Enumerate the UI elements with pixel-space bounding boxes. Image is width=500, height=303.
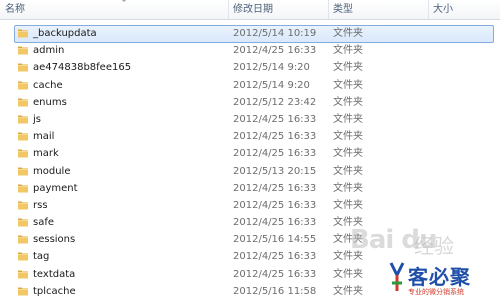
file-modified-date: 2012/5/12 23:42 [233,96,317,108]
file-name: _backupdata [33,28,97,39]
folder-icon [18,149,28,158]
file-modified-date: 2012/5/13 20:15 [233,165,317,177]
file-modified-date: 2012/4/25 16:33 [233,217,317,229]
file-row[interactable]: cache 2012/5/14 9:20 文件夹 [0,77,500,94]
folder-icon [18,235,28,244]
folder-icon [18,218,28,227]
file-name: mark [33,148,59,160]
file-row[interactable]: admin 2012/4/25 16:33 文件夹 [0,42,500,59]
folder-icon [18,46,28,55]
file-type: 文件夹 [333,113,363,125]
folder-icon [18,201,28,210]
file-type: 文件夹 [333,199,363,211]
file-modified-date: 2012/4/25 16:33 [233,148,317,160]
file-name: safe [33,217,55,229]
file-name: enums [33,96,67,108]
file-row[interactable]: mark 2012/4/25 16:33 文件夹 [0,145,500,162]
file-row[interactable]: js 2012/4/25 16:33 文件夹 [0,111,500,128]
file-name: mail [33,131,55,143]
file-type: 文件夹 [333,165,363,177]
file-type: 文件夹 [333,28,363,39]
file-name: sessions [33,234,76,246]
file-name: textdata [33,268,76,280]
jingyan-text: 经验 [414,234,454,258]
file-name: admin [33,45,65,57]
folder-icon [18,98,28,107]
folder-icon [18,81,28,90]
column-header-bar: 名称 修改日期 类型 大小 [0,0,500,20]
file-type: 文件夹 [333,131,363,143]
file-row[interactable]: module 2012/5/13 20:15 文件夹 [0,163,500,180]
column-header-size[interactable]: 大小 [433,0,453,19]
file-type: 文件夹 [333,148,363,160]
file-row[interactable]: _backupdata 2012/5/14 10:19 文件夹 [0,25,500,43]
folder-icon [18,287,28,296]
file-modified-date: 2012/5/16 14:55 [233,234,317,246]
file-modified-date: 2012/4/25 16:33 [233,113,317,125]
file-name: ae474838b8fee165 [33,62,132,74]
file-modified-date: 2012/4/25 16:33 [233,45,317,57]
brand-logo-icon [389,262,405,291]
file-name: module [33,165,71,177]
folder-icon [18,132,28,141]
file-name: tplcache [33,285,76,297]
watermark: Bai du 经验 客必聚 专业的微分销系统 [350,225,500,303]
column-divider[interactable] [428,0,429,19]
file-modified-date: 2012/4/25 16:33 [233,251,317,263]
file-row[interactable]: payment 2012/4/25 16:33 文件夹 [0,180,500,197]
file-modified-date: 2012/5/14 9:20 [233,62,310,74]
file-row[interactable]: enums 2012/5/12 23:42 文件夹 [0,94,500,111]
brand-tagline: 专业的微分销系统 [408,288,464,296]
file-name: tag [33,251,50,263]
column-divider[interactable] [228,0,229,19]
file-type: 文件夹 [333,79,363,91]
column-divider[interactable] [328,0,329,19]
file-modified-date: 2012/4/25 16:33 [233,131,317,143]
folder-icon [18,184,28,193]
folder-icon [18,63,28,72]
folder-icon [18,167,28,175]
sort-indicator-icon [120,0,128,2]
file-row[interactable]: mail 2012/4/25 16:33 文件夹 [0,128,500,145]
file-modified-date: 2012/4/25 16:33 [233,268,317,280]
file-type: 文件夹 [333,62,363,74]
column-header-type[interactable]: 类型 [333,0,353,19]
file-name: cache [33,79,63,91]
file-modified-date: 2012/5/14 10:19 [233,28,317,39]
file-row[interactable]: ae474838b8fee165 2012/5/14 9:20 文件夹 [0,59,500,76]
file-row[interactable]: rss 2012/4/25 16:33 文件夹 [0,197,500,214]
file-type: 文件夹 [333,182,363,194]
file-name: payment [33,182,78,194]
file-modified-date: 2012/4/25 16:33 [233,182,317,194]
column-header-name[interactable]: 名称 [5,0,25,19]
folder-icon [18,252,28,261]
file-modified-date: 2012/4/25 16:33 [233,199,317,211]
file-type: 文件夹 [333,96,363,108]
column-header-modified[interactable]: 修改日期 [233,0,273,19]
file-modified-date: 2012/5/14 9:20 [233,79,310,91]
folder-icon [18,270,28,279]
folder-icon [18,29,28,38]
folder-icon [18,115,28,124]
file-type: 文件夹 [333,45,363,57]
file-name: rss [33,199,48,211]
file-name: js [33,113,41,125]
file-modified-date: 2012/5/16 11:58 [233,285,317,297]
brand-name: 客必聚 [408,265,471,289]
